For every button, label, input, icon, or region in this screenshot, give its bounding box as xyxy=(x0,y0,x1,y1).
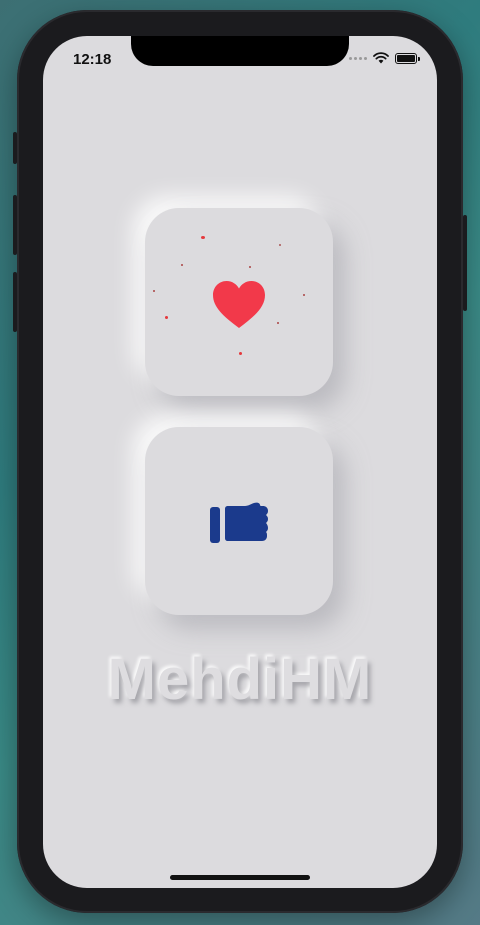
watermark-text: MehdiHM xyxy=(107,647,373,712)
thumbs-up-icon xyxy=(210,502,268,543)
status-time: 12:18 xyxy=(73,51,112,68)
heart-icon xyxy=(213,281,265,328)
volume-up-button xyxy=(13,195,17,255)
mute-switch xyxy=(13,132,17,164)
thumbs-up-button[interactable] xyxy=(145,427,333,615)
device-screen: 12:18 MehdiHM xyxy=(43,36,437,888)
power-button xyxy=(463,215,467,311)
signal-icon xyxy=(349,56,367,60)
home-indicator[interactable] xyxy=(170,875,310,880)
wifi-icon xyxy=(373,52,389,64)
notch xyxy=(131,36,349,66)
volume-down-button xyxy=(13,272,17,332)
like-button[interactable] xyxy=(145,208,333,396)
status-icons xyxy=(349,51,420,65)
battery-icon xyxy=(395,52,420,64)
